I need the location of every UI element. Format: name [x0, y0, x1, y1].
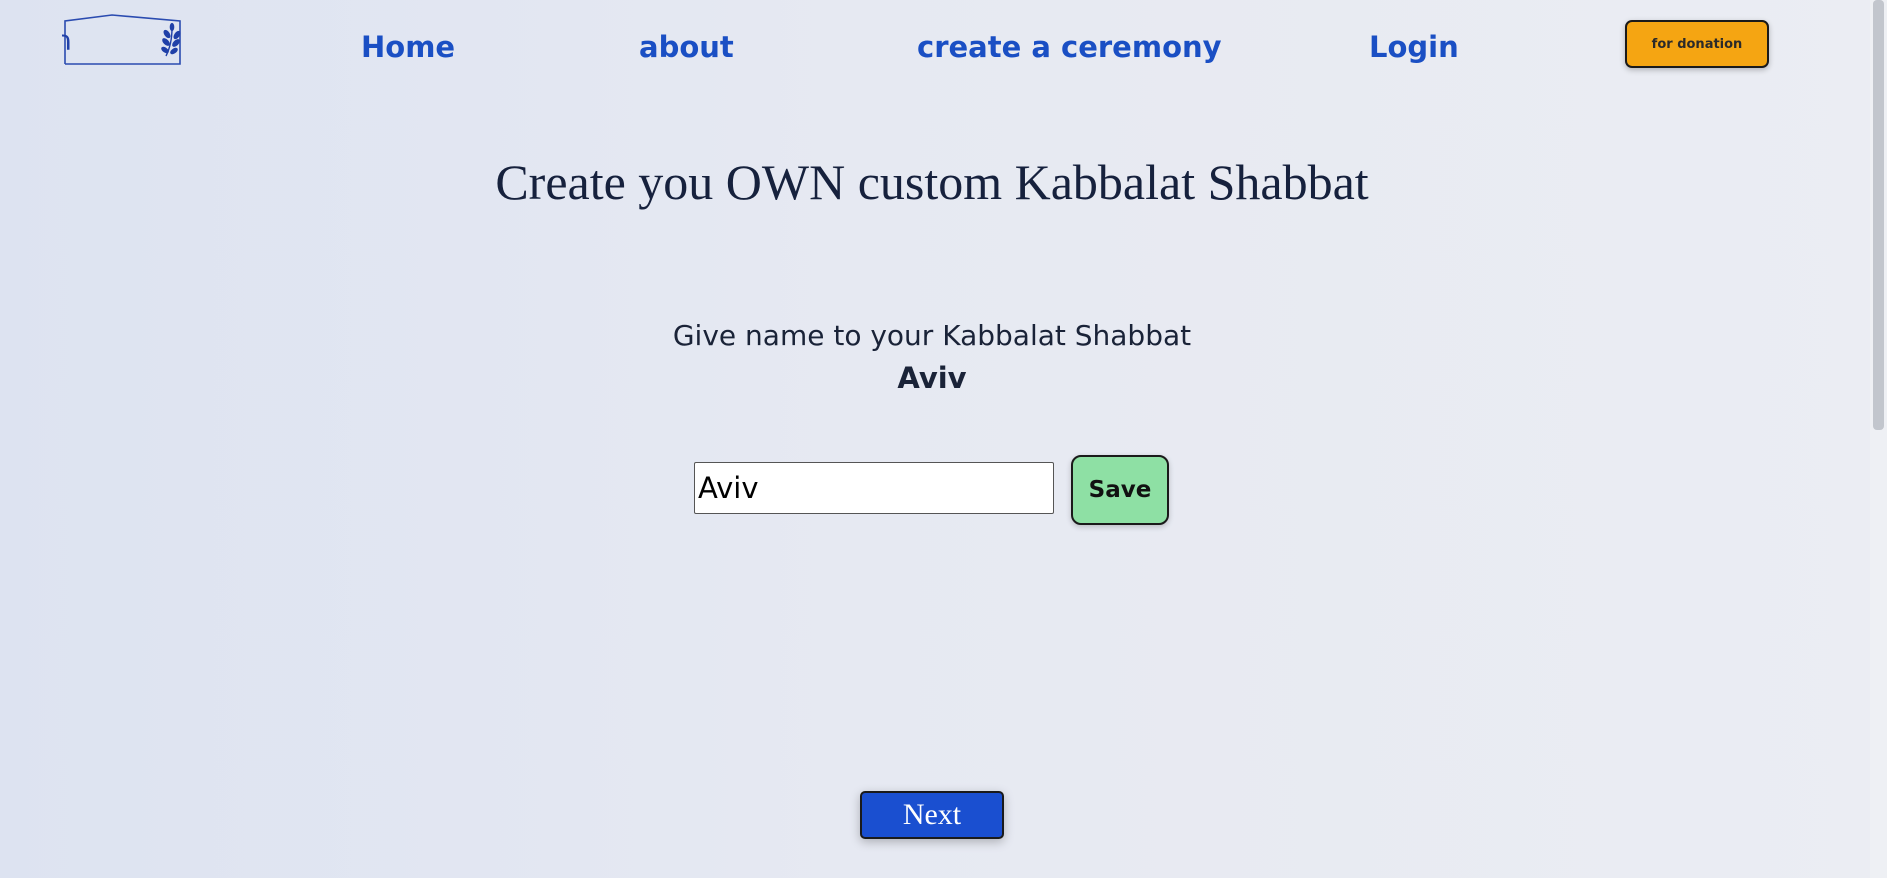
current-ceremony-name: Aviv	[897, 361, 967, 395]
next-button[interactable]: Next	[860, 791, 1004, 839]
house-logo-icon: הבית	[62, 14, 181, 65]
nav-link-login[interactable]: Login	[1369, 26, 1459, 68]
logo-text: הבית	[62, 24, 72, 57]
vertical-scrollbar[interactable]	[1870, 0, 1887, 878]
nav-link-home[interactable]: Home	[361, 26, 455, 68]
nav-link-about[interactable]: about	[639, 26, 734, 68]
olive-branch-icon	[161, 22, 181, 57]
save-button[interactable]: Save	[1071, 455, 1169, 525]
scrollbar-thumb[interactable]	[1873, 0, 1884, 430]
ceremony-name-input[interactable]	[694, 462, 1054, 514]
page-title: Create you OWN custom Kabbalat Shabbat	[495, 154, 1369, 210]
donation-button[interactable]: for donation	[1625, 20, 1769, 68]
nav-link-create-ceremony[interactable]: create a ceremony	[917, 26, 1222, 68]
page: הבית Home about create a ceremony Login …	[0, 0, 1887, 878]
name-prompt-label: Give name to your Kabbalat Shabbat	[672, 319, 1192, 352]
